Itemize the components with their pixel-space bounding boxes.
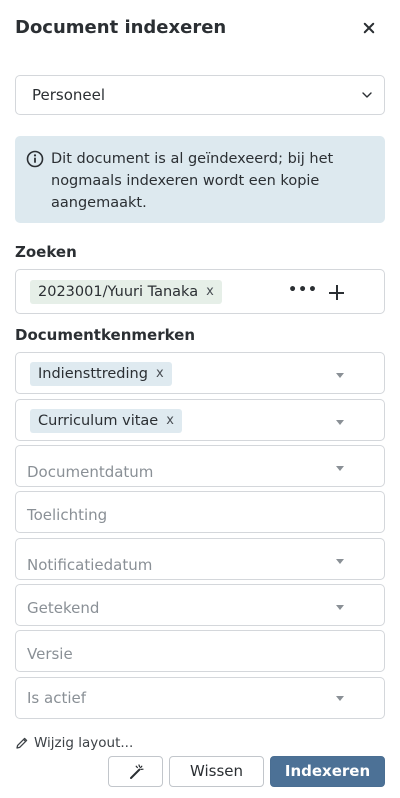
field-placeholder: Getekend: [27, 599, 100, 617]
properties-label: Documentkenmerken: [15, 326, 196, 344]
field-chip-remove-icon[interactable]: x: [156, 362, 164, 386]
field-versie[interactable]: Versie: [15, 630, 385, 672]
pencil-icon: [16, 737, 28, 749]
field-toelichting[interactable]: Toelichting: [15, 491, 385, 533]
search-field[interactable]: 2023001/Yuuri Tanaka x •••: [15, 269, 385, 314]
field-chip-label: Indiensttreding: [38, 366, 148, 382]
field-notificatiedatum[interactable]: Notificatiedatum: [15, 538, 385, 580]
document-type-select[interactable]: Personeel: [15, 75, 385, 115]
close-icon[interactable]: [357, 16, 381, 40]
magic-wand-icon: [129, 764, 144, 779]
chevron-down-icon: [362, 92, 372, 98]
caret-down-icon: [336, 420, 344, 425]
edit-layout-link[interactable]: Wijzig layout...: [15, 735, 133, 751]
document-type-value: Personeel: [32, 86, 106, 104]
info-text: Dit document is al geïndexeerd; bij het …: [51, 151, 334, 211]
search-chip-remove-icon[interactable]: x: [206, 280, 214, 304]
field-documentdatum[interactable]: Documentdatum: [15, 445, 385, 487]
field-placeholder: Is actief: [27, 689, 87, 707]
field-chip: Indiensttreding x: [30, 362, 172, 386]
caret-down-icon: [336, 696, 344, 701]
caret-down-icon: [336, 559, 344, 564]
more-options-button[interactable]: •••: [288, 282, 318, 298]
index-button[interactable]: Indexeren: [270, 756, 385, 787]
field-chip-label: Curriculum vitae: [38, 413, 159, 429]
search-chip-label: 2023001/Yuuri Tanaka: [38, 284, 199, 300]
clear-button[interactable]: Wissen: [169, 756, 264, 787]
search-chip: 2023001/Yuuri Tanaka x: [30, 280, 222, 304]
field-placeholder: Documentdatum: [27, 463, 154, 481]
field-placeholder: Notificatiedatum: [27, 556, 153, 574]
field-chip: Curriculum vitae x: [30, 409, 182, 433]
caret-down-icon: [336, 373, 344, 378]
dialog-title: Document indexeren: [15, 17, 227, 38]
info-alert: Dit document is al geïndexeerd; bij het …: [15, 136, 385, 223]
caret-down-icon: [336, 466, 344, 471]
field-getekend[interactable]: Getekend: [15, 584, 385, 626]
field-indiensttreding[interactable]: Indiensttreding x: [15, 352, 385, 394]
field-curriculum-vitae[interactable]: Curriculum vitae x: [15, 399, 385, 441]
field-placeholder: Versie: [27, 645, 73, 663]
search-label: Zoeken: [15, 243, 77, 261]
plus-icon[interactable]: [329, 285, 344, 300]
field-placeholder: Toelichting: [27, 506, 108, 524]
field-chip-remove-icon[interactable]: x: [166, 409, 174, 433]
field-is-actief[interactable]: Is actief: [15, 677, 385, 719]
edit-layout-label: Wijzig layout...: [34, 735, 134, 751]
dialog-header: Document indexeren: [15, 14, 385, 42]
caret-down-icon: [336, 605, 344, 610]
info-icon: [26, 150, 44, 168]
auto-fill-button[interactable]: [108, 756, 163, 787]
